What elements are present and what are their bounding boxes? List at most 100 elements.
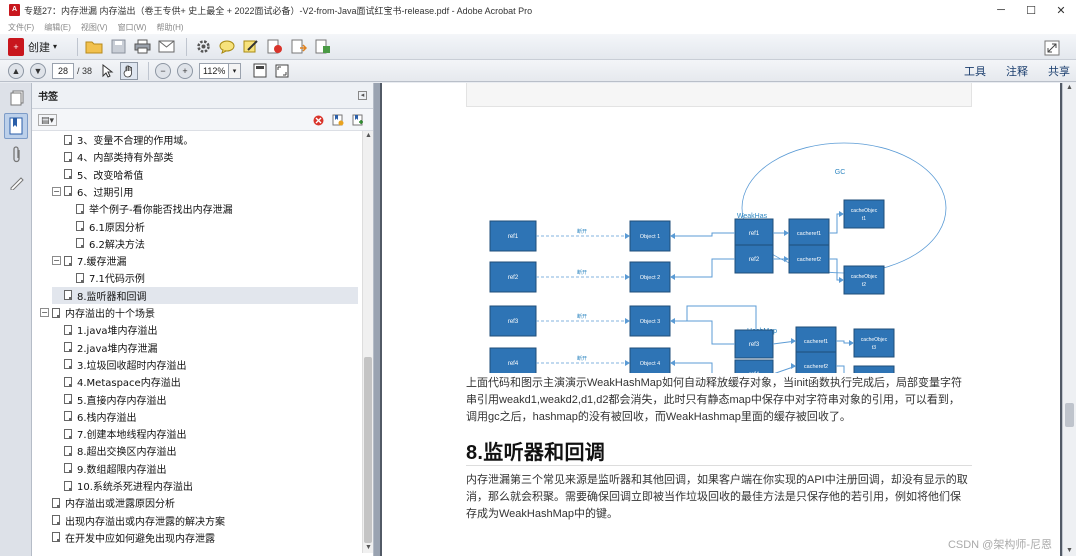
options-menu-button[interactable]: ▤▾ (38, 113, 58, 126)
cache-object-box (853, 365, 895, 373)
bookmark-item[interactable]: − 6、过期引用 (52, 183, 358, 200)
bookmark-icon (76, 272, 84, 283)
bookmark-item[interactable]: 6.栈内存溢出 (52, 408, 358, 425)
bookmark-item[interactable]: 在开发中应如何避免出现内存泄露 (40, 529, 358, 546)
document-scroll-thumb[interactable] (1065, 403, 1074, 427)
tab-comments[interactable]: 注释 (1006, 63, 1028, 79)
bookmark-item[interactable]: 9.数组超限内存溢出 (52, 460, 358, 477)
page-number-input[interactable]: 28 (52, 62, 74, 79)
settings-button[interactable] (193, 37, 213, 57)
tab-share[interactable]: 共享 (1048, 63, 1070, 79)
attachments-button[interactable] (9, 145, 25, 163)
cache-object-label: t2 (862, 282, 866, 288)
zoom-out-button[interactable]: − (155, 62, 172, 79)
menu-view[interactable]: 视图(V) (81, 22, 108, 33)
create-button[interactable]: + 创建 ▾ (8, 37, 57, 56)
arrow-head (784, 230, 789, 236)
print-button[interactable] (132, 37, 152, 57)
save-button[interactable] (108, 37, 128, 57)
comment-button[interactable] (217, 37, 237, 57)
cache-object-box (853, 328, 895, 358)
page-thumbnails-button[interactable] (9, 89, 25, 107)
bookmark-item[interactable]: 3、变量不合理的作用域。 (52, 131, 358, 148)
delete-bookmark-button[interactable] (311, 113, 325, 127)
zoom-input[interactable]: 112% (199, 62, 230, 79)
menu-window[interactable]: 窗口(W) (118, 22, 147, 33)
menu-edit[interactable]: 编辑(E) (44, 22, 71, 33)
broken-label: 断开 (577, 313, 587, 320)
collapse-toggle-icon[interactable]: − (40, 308, 49, 317)
bookmark-item[interactable]: 6.1原因分析 (64, 218, 358, 235)
bookmark-item[interactable]: 5、改变哈希值 (52, 166, 358, 183)
bookmark-item[interactable]: 6.2解决方法 (64, 235, 358, 252)
bookmark-label: 6.2解决方法 (89, 239, 145, 251)
bookmark-item[interactable]: − 7.缓存泄漏 (52, 252, 358, 269)
envelope-icon (158, 40, 175, 53)
bookmark-icon (64, 169, 72, 180)
bookmark-item[interactable]: 8.监听器和回调 (52, 286, 358, 304)
collapse-toggle-icon[interactable]: − (52, 186, 61, 196)
bookmark-item[interactable]: 7.1代码示例 (64, 269, 358, 286)
bookmark-item[interactable]: 举个例子-看你能否找出内存泄漏 (64, 200, 358, 217)
minimize-button[interactable]: ─ (986, 0, 1016, 20)
arrow-head (784, 256, 789, 262)
main-toolbar: + 创建 ▾ (0, 34, 1076, 60)
page-layout-button[interactable] (251, 62, 269, 80)
bookmark-item[interactable]: 8.超出交换区内存溢出 (52, 442, 358, 459)
csdn-watermark: CSDN @架构师-尼恩 (947, 539, 1052, 551)
email-button[interactable] (156, 37, 176, 57)
maximize-button[interactable]: ☐ (1016, 0, 1046, 20)
bookmarks-scrollbar[interactable]: ▲ ▼ (362, 131, 373, 553)
fit-window-button[interactable] (273, 62, 291, 80)
signatures-button[interactable] (9, 173, 25, 191)
export-button[interactable] (289, 37, 309, 57)
object-label: Object 4 (640, 361, 660, 367)
lock-document-icon (267, 39, 283, 54)
new-bookmark-button[interactable] (331, 113, 345, 127)
zoom-dropdown[interactable]: ▾ (229, 62, 242, 79)
sign-button[interactable] (241, 37, 261, 57)
bookmark-item[interactable]: 内存溢出或泄露原因分析 (40, 494, 358, 511)
open-folder-button[interactable] (84, 37, 104, 57)
bookmark-item[interactable]: 2.java堆内存泄漏 (52, 339, 358, 356)
hand-tool-button[interactable] (120, 61, 139, 80)
arrow-down-icon: ▼ (33, 65, 43, 76)
collapse-toggle-icon[interactable]: − (52, 256, 61, 266)
bookmark-item[interactable]: 出现内存溢出或内存泄露的解决方案 (40, 512, 358, 529)
map-ref-label: ref1 (749, 231, 760, 237)
ref-label: ref3 (508, 319, 519, 325)
previous-page-button[interactable]: ▲ (8, 62, 24, 79)
scroll-down-icon[interactable]: ▼ (363, 543, 374, 553)
secure-button[interactable] (265, 37, 285, 57)
bookmark-item[interactable]: 10.系统杀死进程内存溢出 (52, 477, 358, 494)
expand-bookmark-button[interactable] (351, 113, 365, 127)
collapse-panel-button[interactable]: ◂ (358, 91, 367, 100)
bookmark-icon (52, 307, 60, 318)
bookmarks-scroll-thumb[interactable] (364, 357, 372, 543)
close-button[interactable]: ✕ (1046, 0, 1076, 20)
zoom-in-button[interactable]: + (177, 62, 194, 79)
document-scrollbar[interactable]: ▲ ▼ (1062, 83, 1076, 556)
menu-file[interactable]: 文件(F) (8, 22, 34, 33)
tab-tools[interactable]: 工具 (964, 63, 986, 79)
select-tool-button[interactable] (100, 63, 116, 79)
scroll-up-icon[interactable]: ▲ (1063, 83, 1076, 93)
minus-icon: − (160, 65, 166, 76)
bookmark-item[interactable]: − 内存溢出的十个场景 (40, 304, 358, 321)
expand-icon (1044, 40, 1060, 56)
next-page-button[interactable]: ▼ (30, 62, 46, 79)
bookmarks-button[interactable] (4, 113, 28, 139)
scroll-down-icon[interactable]: ▼ (1063, 546, 1076, 556)
expand-button[interactable] (1042, 38, 1062, 58)
bookmark-item[interactable]: 5.直接内存内存溢出 (52, 391, 358, 408)
navigation-rail (0, 83, 32, 556)
menu-help[interactable]: 帮助(H) (156, 22, 183, 33)
bookmark-item[interactable]: 7.创建本地线程内存溢出 (52, 425, 358, 442)
stamp-button[interactable] (313, 37, 333, 57)
bookmark-item[interactable]: 4.Metaspace内存溢出 (52, 373, 358, 390)
object-label: Object 1 (640, 234, 660, 240)
bookmark-item[interactable]: 4、内部类持有外部类 (52, 148, 358, 165)
bookmark-item[interactable]: 3.垃圾回收超时内存溢出 (52, 356, 358, 373)
bookmark-item[interactable]: 1.java堆内存溢出 (52, 321, 358, 338)
scroll-up-icon[interactable]: ▲ (363, 131, 374, 141)
